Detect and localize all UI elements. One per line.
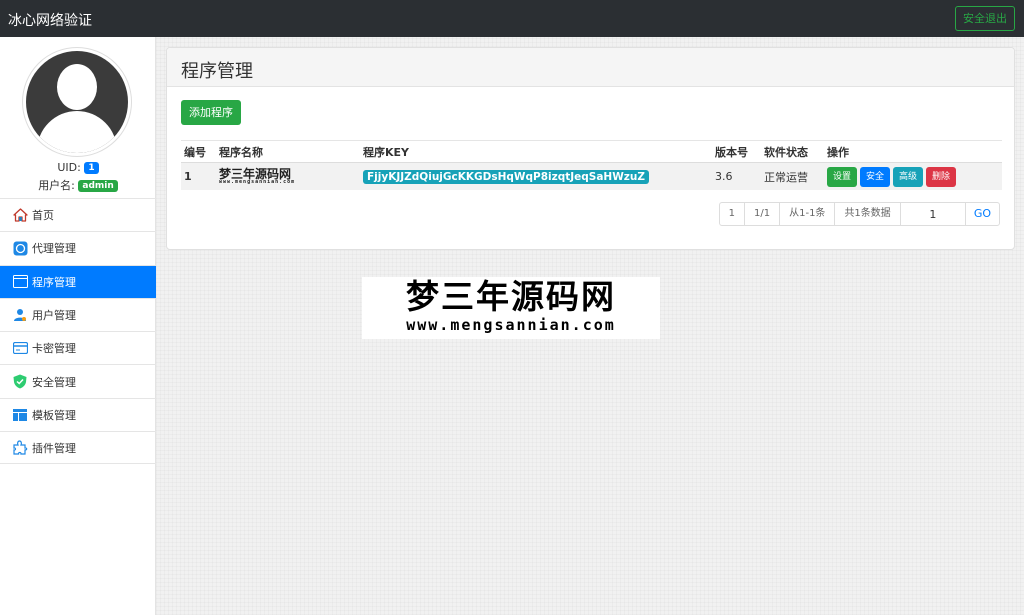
sidebar-item-label: 代理管理 <box>32 242 76 256</box>
sidebar: UID: 1 用户名: admin 首页 代理管理 程序管理 用户管理 卡密管理… <box>0 37 156 615</box>
sidebar-item-label: 模板管理 <box>32 408 76 422</box>
table-header: 编号 程序名称 程序KEY 版本号 软件状态 操作 <box>181 140 1002 163</box>
actions-cell: 设置 安全 高级 删除 <box>827 163 959 190</box>
plugin-icon <box>12 440 28 456</box>
sidebar-item-label: 用户管理 <box>32 309 76 323</box>
settings-button[interactable]: 设置 <box>827 166 858 187</box>
top-navbar: 冰心网络验证 安全退出 <box>0 0 1024 37</box>
card-icon <box>12 340 28 356</box>
watermark-title: 梦三年源码网 <box>406 277 616 316</box>
program-id: 1 <box>184 170 192 183</box>
program-name-cell: 梦三年源码网 www.mengsannian.com <box>219 163 295 190</box>
page-title: 程序管理 <box>167 48 1014 87</box>
watermark-url: www.mengsannian.com <box>406 316 616 334</box>
column-header-version: 版本号 <box>715 145 748 159</box>
username-line: 用户名: admin <box>0 177 156 193</box>
username-badge: admin <box>78 180 118 192</box>
uid-badge: 1 <box>84 162 99 174</box>
sidebar-item-templates[interactable]: 模板管理 <box>0 397 156 431</box>
column-header-name: 程序名称 <box>219 145 263 159</box>
sidebar-item-label: 程序管理 <box>32 275 76 289</box>
sidebar-item-plugins[interactable]: 插件管理 <box>0 431 156 465</box>
security-button[interactable]: 安全 <box>860 166 891 187</box>
advanced-button[interactable]: 高级 <box>893 166 924 187</box>
program-key-cell: FjjyKJJZdQiujGcKKGDsHqWqP8izqtJeqSaHWzuZ <box>363 163 650 190</box>
template-icon <box>12 407 28 423</box>
sidebar-item-security[interactable]: 安全管理 <box>0 364 156 397</box>
sidebar-item-label: 插件管理 <box>32 441 76 455</box>
program-version: 3.6 <box>715 170 733 183</box>
sidebar-item-agent[interactable]: 代理管理 <box>0 231 156 264</box>
column-header-actions: 操作 <box>827 145 849 159</box>
home-icon <box>12 207 28 223</box>
logout-button[interactable]: 安全退出 <box>955 6 1015 31</box>
table-row: 1 梦三年源码网 www.mengsannian.com FjjyKJJZdQi… <box>181 163 1002 190</box>
agent-icon <box>12 240 28 256</box>
program-name-logo: 梦三年源码网 www.mengsannian.com <box>219 166 296 185</box>
brand-title[interactable]: 冰心网络验证 <box>8 10 92 30</box>
column-header-key: 程序KEY <box>363 145 410 159</box>
sidebar-item-cards[interactable]: 卡密管理 <box>0 331 156 364</box>
sidebar-item-users[interactable]: 用户管理 <box>0 297 156 331</box>
program-name-sub: www.mengsannian.com <box>219 178 296 185</box>
pagination: 1 1/1 从1-1条 共1条数据 GO <box>718 202 1000 226</box>
sidebar-item-label: 首页 <box>32 209 54 223</box>
sidebar-item-label: 安全管理 <box>32 375 76 389</box>
program-status: 正常运营 <box>764 170 808 184</box>
uid-label: UID: <box>57 161 81 174</box>
column-header-id: 编号 <box>184 145 206 159</box>
page-first[interactable]: 1 <box>720 203 745 225</box>
program-panel: 程序管理 添加程序 编号 程序名称 程序KEY 版本号 软件状态 操作 1 梦三… <box>166 47 1015 250</box>
column-header-status: 软件状态 <box>764 145 808 159</box>
watermark-logo: 梦三年源码网 www.mengsannian.com <box>362 277 660 339</box>
sidebar-item-program[interactable]: 程序管理 <box>0 264 156 298</box>
shield-icon <box>12 374 28 390</box>
delete-button[interactable]: 删除 <box>926 166 957 187</box>
sidebar-nav: 首页 代理管理 程序管理 用户管理 卡密管理 安全管理 模板管理 插件管理 <box>0 198 156 465</box>
avatar <box>22 47 132 157</box>
sidebar-item-home[interactable]: 首页 <box>0 198 156 231</box>
page-input[interactable] <box>900 203 966 225</box>
sidebar-item-label: 卡密管理 <box>32 342 76 356</box>
user-icon <box>12 307 28 323</box>
page-total: 共1条数据 <box>835 203 901 225</box>
go-button[interactable]: GO <box>966 203 999 225</box>
program-table: 编号 程序名称 程序KEY 版本号 软件状态 操作 1 梦三年源码网 www.m… <box>181 140 1002 190</box>
add-program-button[interactable]: 添加程序 <box>181 100 241 125</box>
program-key[interactable]: FjjyKJJZdQiujGcKKGDsHqWqP8izqtJeqSaHWzuZ <box>363 169 650 184</box>
program-name: 梦三年源码网 <box>219 166 292 181</box>
page-count: 1/1 <box>745 203 781 225</box>
user-silhouette-icon <box>26 51 128 153</box>
uid-line: UID: 1 <box>0 161 156 174</box>
username-label: 用户名: <box>38 179 75 192</box>
page-range: 从1-1条 <box>780 203 836 225</box>
program-icon <box>12 274 28 290</box>
